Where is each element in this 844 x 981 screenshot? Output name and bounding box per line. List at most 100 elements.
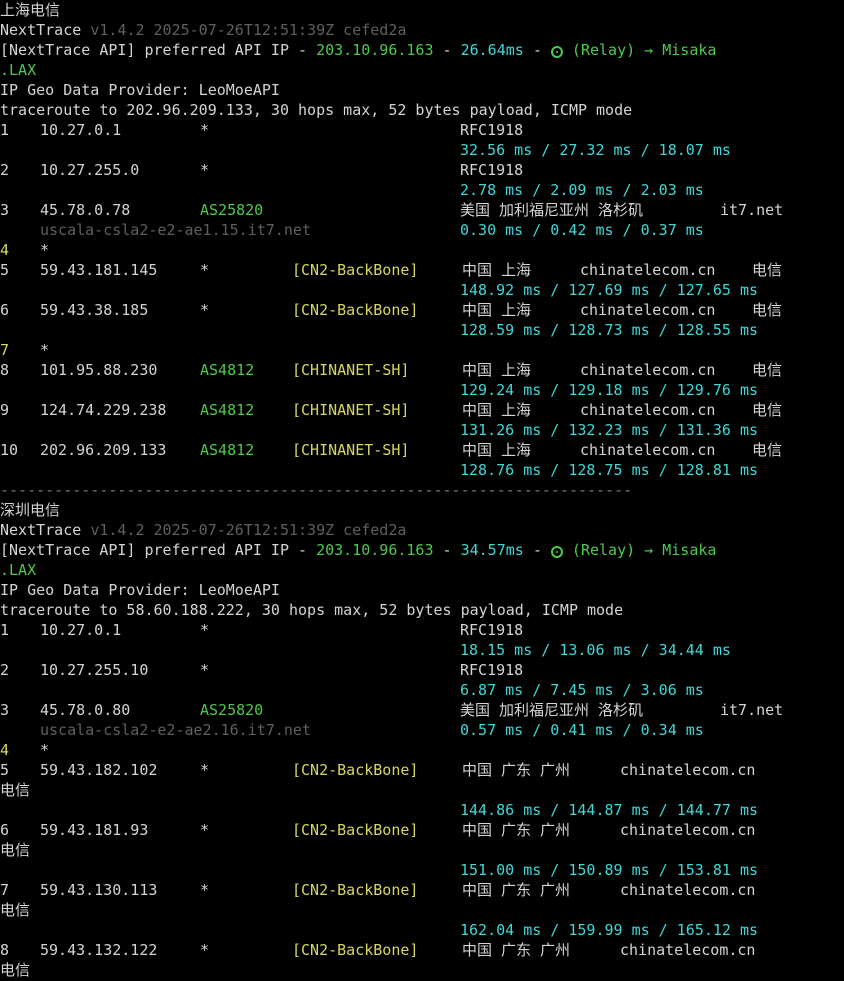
program-name: NextTrace	[0, 21, 82, 39]
hop-number: 10	[0, 441, 19, 459]
hop-asn: *	[200, 161, 210, 179]
hop-asn: *	[200, 761, 210, 779]
terminal-window[interactable]: 上海电信 NextTrace v1.4.2 2025-07-26T12:51:3…	[0, 0, 844, 981]
hop-isp: 电信	[752, 261, 783, 279]
hop-rtt: 162.04 ms / 159.99 ms / 165.12 ms	[460, 921, 759, 939]
hop-ip: 10.27.255.10	[40, 661, 149, 679]
hop-rtt: 18.15 ms / 13.06 ms / 34.44 ms	[460, 641, 731, 659]
section-heading: 上海电信	[0, 1, 61, 19]
hop-ip: 59.43.132.122	[40, 941, 158, 959]
api-prefix: [NextTrace API] preferred API IP -	[0, 41, 317, 59]
hop-asn: *	[200, 121, 210, 139]
hop-rtt: 129.24 ms / 129.18 ms / 129.76 ms	[460, 381, 759, 399]
program-name: NextTrace	[0, 521, 82, 539]
hop-rtt: 131.26 ms / 132.23 ms / 131.36 ms	[460, 421, 759, 439]
hop-geo: RFC1918	[460, 121, 524, 139]
api-latency: 34.57ms	[460, 541, 524, 559]
hop-tag: [CN2-BackBone]	[292, 761, 419, 779]
api-dash: -	[433, 41, 461, 59]
hop-row-detail: uscala-csla2-e2-ae2.16.it7.net 0.57 ms /…	[0, 720, 844, 740]
hop-ip: 10.27.0.1	[40, 121, 122, 139]
hop-isp: 电信	[0, 781, 31, 799]
hop-geo: 中国 上海	[462, 401, 532, 419]
hop-asn: AS4812	[200, 401, 255, 419]
hop-isp: 电信	[752, 361, 783, 379]
hop-number: 5	[0, 261, 10, 279]
hop-isp: 电信	[752, 441, 783, 459]
hop-geo: 中国 广东 广州	[462, 881, 571, 899]
hop-geo: 美国 加利福尼亚州 洛杉矶	[460, 201, 644, 219]
hop-ip: 59.43.182.102	[40, 761, 158, 779]
hop-row: 5 59.43.181.145 * [CN2-BackBone] 中国 上海 c…	[0, 260, 844, 280]
hop-number: 8	[0, 941, 10, 959]
hop-domain: chinatelecom.cn	[580, 301, 716, 319]
hop-asn: AS25820	[200, 701, 264, 719]
hop-number: 9	[0, 401, 10, 419]
hop-geo: 中国 上海	[462, 261, 532, 279]
geo-provider-line: IP Geo Data Provider: LeoMoeAPI	[0, 581, 280, 599]
hop-tag: [CHINANET-SH]	[292, 361, 410, 379]
api-line: [NextTrace API] preferred API IP - 203.1…	[0, 540, 716, 560]
hop-row: 7 *	[0, 340, 844, 360]
hop-rtt: 2.78 ms / 2.09 ms / 2.03 ms	[460, 181, 704, 199]
hop-row-detail: uscala-csla2-e2-ae1.15.it7.net 0.30 ms /…	[0, 220, 844, 240]
hop-rtt: 148.92 ms / 127.69 ms / 127.65 ms	[460, 281, 759, 299]
hop-ip: 10.27.0.1	[40, 621, 122, 639]
hop-rtt: 0.30 ms / 0.42 ms / 0.37 ms	[460, 221, 704, 239]
hop-ip: 59.43.181.93	[40, 821, 149, 839]
traceroute-line: traceroute to 58.60.188.222, 30 hops max…	[0, 601, 624, 619]
hop-row: 5 59.43.182.102 * [CN2-BackBone] 中国 广东 广…	[0, 760, 844, 780]
hop-ip: 45.78.0.80	[40, 701, 131, 719]
hop-row: 8 101.95.88.230 AS4812 [CHINANET-SH] 中国 …	[0, 360, 844, 380]
hop-geo: 中国 广东 广州	[462, 761, 571, 779]
hop-ip: *	[40, 341, 50, 359]
program-version: v1.4.2 2025-07-26T12:51:39Z cefed2a	[90, 21, 407, 39]
hop-number: 7	[0, 341, 10, 359]
hop-tag: [CN2-BackBone]	[292, 941, 419, 959]
hop-row: 1 10.27.0.1 * RFC1918	[0, 620, 844, 640]
section-heading: 深圳电信	[0, 501, 61, 519]
hop-ip: 59.43.181.145	[40, 261, 158, 279]
hop-row: 2 10.27.255.0 * RFC1918	[0, 160, 844, 180]
hop-ip: *	[40, 741, 50, 759]
traceroute-line: traceroute to 202.96.209.133, 30 hops ma…	[0, 101, 633, 119]
hop-rtt: 6.87 ms / 7.45 ms / 3.06 ms	[460, 681, 704, 699]
api-relay: (Relay) → Misaka	[571, 41, 717, 59]
nexttrace-version-line: NextTrace v1.4.2 2025-07-26T12:51:39Z ce…	[0, 20, 406, 40]
hop-isp: 电信	[0, 901, 31, 919]
hop-number: 4	[0, 741, 10, 759]
hop-row: 10 202.96.209.133 AS4812 [CHINANET-SH] 中…	[0, 440, 844, 460]
hop-isp: 电信	[752, 401, 783, 419]
hop-asn: *	[200, 821, 210, 839]
api-relay-cont: .LAX	[0, 61, 37, 79]
api-latency: 26.64ms	[460, 41, 524, 59]
hop-asn: *	[200, 261, 210, 279]
hop-domain: chinatelecom.cn	[580, 401, 716, 419]
api-prefix: [NextTrace API] preferred API IP -	[0, 541, 317, 559]
hop-geo: 中国 广东 广州	[462, 821, 571, 839]
hop-number: 4	[0, 241, 10, 259]
hop-row: 2 10.27.255.10 * RFC1918	[0, 660, 844, 680]
hop-ip: 45.78.0.78	[40, 201, 131, 219]
hop-number: 3	[0, 201, 10, 219]
hop-row: 7 59.43.130.113 * [CN2-BackBone] 中国 广东 广…	[0, 880, 844, 900]
hop-isp: 电信	[0, 961, 31, 979]
hop-asn: AS4812	[200, 441, 255, 459]
hop-domain: it7.net	[720, 701, 784, 719]
hop-rtt: 151.00 ms / 150.89 ms / 153.81 ms	[460, 861, 759, 879]
hop-row: 3 45.78.0.78 AS25820 美国 加利福尼亚州 洛杉矶 it7.n…	[0, 200, 844, 220]
hop-row: 4 *	[0, 740, 844, 760]
hop-asn: AS4812	[200, 361, 255, 379]
hop-number: 1	[0, 621, 10, 639]
hop-geo: 中国 上海	[462, 301, 532, 319]
api-line: [NextTrace API] preferred API IP - 203.1…	[0, 40, 716, 60]
hop-number: 5	[0, 761, 10, 779]
hop-row: 9 124.74.229.238 AS4812 [CHINANET-SH] 中国…	[0, 400, 844, 420]
hop-row: 4 *	[0, 240, 844, 260]
hop-domain: chinatelecom.cn	[580, 441, 716, 459]
hop-rtt: 32.56 ms / 27.32 ms / 18.07 ms	[460, 141, 731, 159]
api-relay: (Relay) → Misaka	[571, 541, 717, 559]
api-dash: -	[523, 41, 551, 59]
hop-tag: [CHINANET-SH]	[292, 401, 410, 419]
hop-row: 1 10.27.0.1 * RFC1918	[0, 120, 844, 140]
